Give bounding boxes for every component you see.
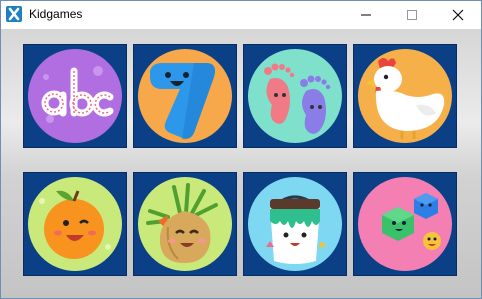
game-tile-hexagons[interactable]: [353, 172, 457, 276]
window-title: Kidgames: [29, 7, 83, 21]
close-icon: [452, 9, 464, 21]
game-tile-numbers[interactable]: [133, 44, 237, 148]
title-bar[interactable]: Kidgames: [1, 1, 481, 29]
paint-bucket-icon: [248, 177, 342, 271]
game-tile-orange[interactable]: [23, 172, 127, 276]
minimize-button[interactable]: [343, 1, 389, 29]
chicken-icon: [358, 49, 452, 143]
game-grid: [1, 29, 481, 298]
close-button[interactable]: [435, 1, 481, 29]
app-x-icon: [6, 6, 22, 22]
maximize-button[interactable]: [389, 1, 435, 29]
abc-letters-icon: [28, 49, 122, 143]
game-tile-onion[interactable]: [133, 172, 237, 276]
minimize-icon: [361, 14, 371, 16]
orange-fruit-icon: [28, 177, 122, 271]
maximize-icon: [407, 10, 417, 20]
game-tile-bucket[interactable]: [243, 172, 347, 276]
footprints-icon: [248, 49, 342, 143]
game-tile-abc[interactable]: [23, 44, 127, 148]
hexagon-shapes-icon: [358, 177, 452, 271]
number-seven-icon: [138, 49, 232, 143]
game-tile-feet[interactable]: [243, 44, 347, 148]
app-window: Kidgames: [0, 0, 482, 299]
onion-vegetable-icon: [138, 177, 232, 271]
game-tile-chicken[interactable]: [353, 44, 457, 148]
